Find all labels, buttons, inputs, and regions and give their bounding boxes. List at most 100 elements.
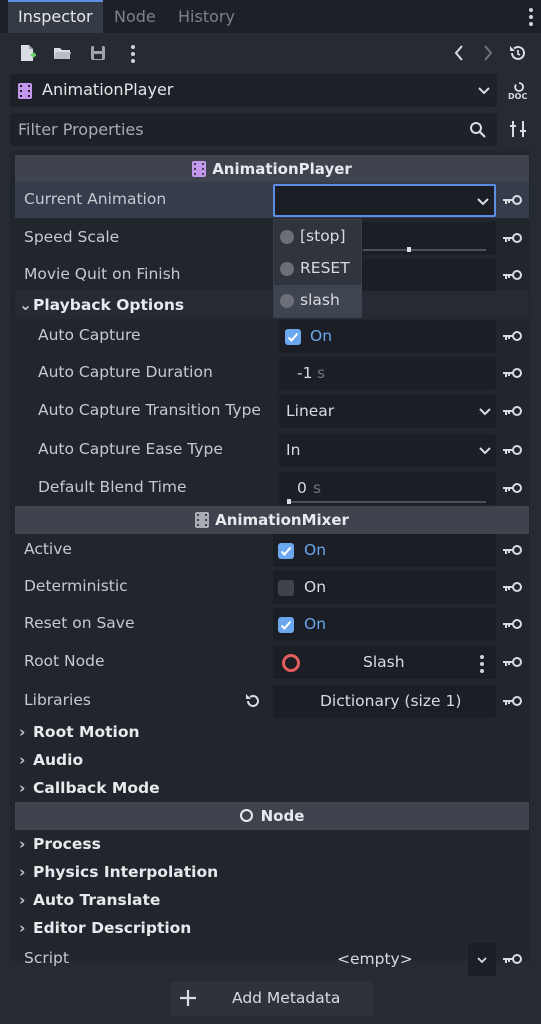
section-animation-player[interactable]: AnimationPlayer: [15, 155, 529, 183]
prop-label: Auto Capture Duration: [38, 363, 213, 381]
prop-label: Auto Capture: [38, 326, 141, 344]
transition-type-select[interactable]: Linear: [279, 395, 496, 428]
auto-capture-duration-spinbox[interactable]: -1 s: [279, 357, 496, 390]
prop-libraries: Libraries Dictionary (size 1): [15, 683, 529, 719]
prop-deterministic: Deterministic On: [15, 569, 529, 605]
current-animation-select[interactable]: [273, 184, 496, 217]
popup-item-label: [stop]: [300, 227, 346, 245]
section-animation-mixer[interactable]: AnimationMixer: [15, 506, 529, 534]
doc-label: DOC: [508, 92, 528, 101]
prop-root-node: Root Node Slash: [15, 644, 529, 680]
object-selector[interactable]: AnimationPlayer: [10, 74, 497, 107]
chevron-right-icon: ›: [19, 779, 26, 797]
slider-track: [363, 249, 486, 251]
filter-placeholder: Filter Properties: [18, 120, 144, 139]
tab-history[interactable]: History: [168, 0, 245, 33]
group-audio[interactable]: › Audio: [15, 746, 529, 774]
open-folder-icon[interactable]: [51, 43, 73, 65]
key-icon[interactable]: [503, 544, 523, 556]
dictionary-value: Dictionary (size 1): [320, 692, 462, 710]
prop-active: Active On: [15, 532, 529, 568]
filter-properties-input[interactable]: Filter Properties: [10, 113, 497, 146]
history-icon[interactable]: [507, 43, 529, 65]
doc-button[interactable]: DOC: [508, 80, 530, 102]
section-title: AnimationMixer: [215, 511, 349, 529]
prop-label: Script: [24, 949, 69, 967]
save-icon[interactable]: [87, 43, 109, 65]
group-title: Auto Translate: [33, 891, 161, 909]
popup-item-label: slash: [300, 291, 340, 309]
chevron-right-icon: ›: [19, 863, 26, 881]
popup-item-slash[interactable]: slash: [274, 285, 362, 317]
deterministic-checkbox[interactable]: On: [273, 571, 496, 604]
key-icon[interactable]: [503, 444, 523, 456]
group-playback-options[interactable]: ⌄Playback Options: [15, 291, 529, 319]
prop-label: Libraries: [24, 691, 91, 709]
spinbox-unit: s: [313, 479, 322, 497]
key-icon[interactable]: [503, 581, 523, 593]
checkbox-label: On: [310, 327, 333, 345]
key-icon[interactable]: [503, 194, 523, 206]
add-metadata-button[interactable]: Add Metadata: [171, 981, 373, 1016]
script-value: <empty>: [337, 950, 413, 968]
back-icon[interactable]: [449, 43, 471, 65]
group-auto-translate[interactable]: › Auto Translate: [15, 886, 529, 914]
prop-movie-quit: Movie Quit on Finish: [15, 257, 529, 293]
chevron-down-icon: ⌄: [19, 296, 32, 314]
group-callback-mode[interactable]: › Callback Mode: [15, 774, 529, 802]
group-title: Process: [33, 835, 101, 853]
forward-icon[interactable]: [476, 43, 498, 65]
key-icon[interactable]: [503, 953, 523, 965]
tab-label: Inspector: [18, 7, 93, 26]
section-node[interactable]: Node: [15, 802, 529, 830]
group-physics-interpolation[interactable]: › Physics Interpolation: [15, 858, 529, 886]
group-title: Editor Description: [33, 919, 192, 937]
node-icon: [239, 809, 253, 822]
tab-label: History: [178, 7, 235, 26]
revert-icon[interactable]: [244, 692, 262, 714]
more-icon[interactable]: [480, 655, 484, 676]
key-icon[interactable]: [503, 269, 523, 281]
chevron-down-icon: [478, 403, 492, 423]
group-root-motion[interactable]: › Root Motion: [15, 718, 529, 746]
tab-node[interactable]: Node: [104, 0, 166, 33]
libraries-dictionary-button[interactable]: Dictionary (size 1): [273, 685, 496, 718]
default-blend-spinbox[interactable]: 0 s: [279, 472, 496, 505]
chevron-down-icon: [477, 81, 491, 103]
reset-on-save-checkbox[interactable]: On: [273, 608, 496, 641]
active-checkbox[interactable]: On: [273, 534, 496, 567]
prop-current-animation: Current Animation: [15, 182, 529, 218]
key-icon[interactable]: [503, 405, 523, 417]
group-process[interactable]: › Process: [15, 830, 529, 858]
root-node-picker[interactable]: Slash: [273, 646, 496, 679]
ease-type-select[interactable]: In: [279, 434, 496, 467]
slider-grabber[interactable]: [287, 499, 291, 504]
script-dropdown-button[interactable]: [468, 943, 496, 976]
key-icon[interactable]: [503, 330, 523, 342]
tab-inspector[interactable]: Inspector: [8, 0, 103, 33]
prop-reset-on-save: Reset on Save On: [15, 606, 529, 642]
key-icon[interactable]: [503, 367, 523, 379]
slider-grabber[interactable]: [407, 247, 411, 252]
search-icon: [469, 121, 487, 143]
prop-label: Speed Scale: [24, 228, 120, 246]
key-icon[interactable]: [503, 695, 523, 707]
more-icon[interactable]: [131, 45, 135, 67]
new-resource-icon[interactable]: [16, 43, 38, 65]
key-icon[interactable]: [503, 656, 523, 668]
chevron-right-icon: ›: [19, 751, 26, 769]
key-icon[interactable]: [503, 232, 523, 244]
script-resource-button[interactable]: <empty>: [273, 943, 468, 976]
tools-icon[interactable]: [508, 119, 528, 139]
group-editor-description[interactable]: › Editor Description: [15, 914, 529, 942]
key-icon[interactable]: [503, 482, 523, 494]
key-icon[interactable]: [503, 618, 523, 630]
radio-icon: [280, 230, 294, 244]
popup-item-reset[interactable]: RESET: [274, 253, 362, 285]
select-value: Linear: [286, 402, 335, 420]
popup-item-stop[interactable]: [stop]: [274, 221, 362, 253]
auto-capture-checkbox[interactable]: On: [279, 320, 496, 353]
group-title: Physics Interpolation: [33, 863, 219, 881]
animation-player-icon: [17, 82, 33, 104]
tab-menu-icon[interactable]: [529, 8, 533, 26]
